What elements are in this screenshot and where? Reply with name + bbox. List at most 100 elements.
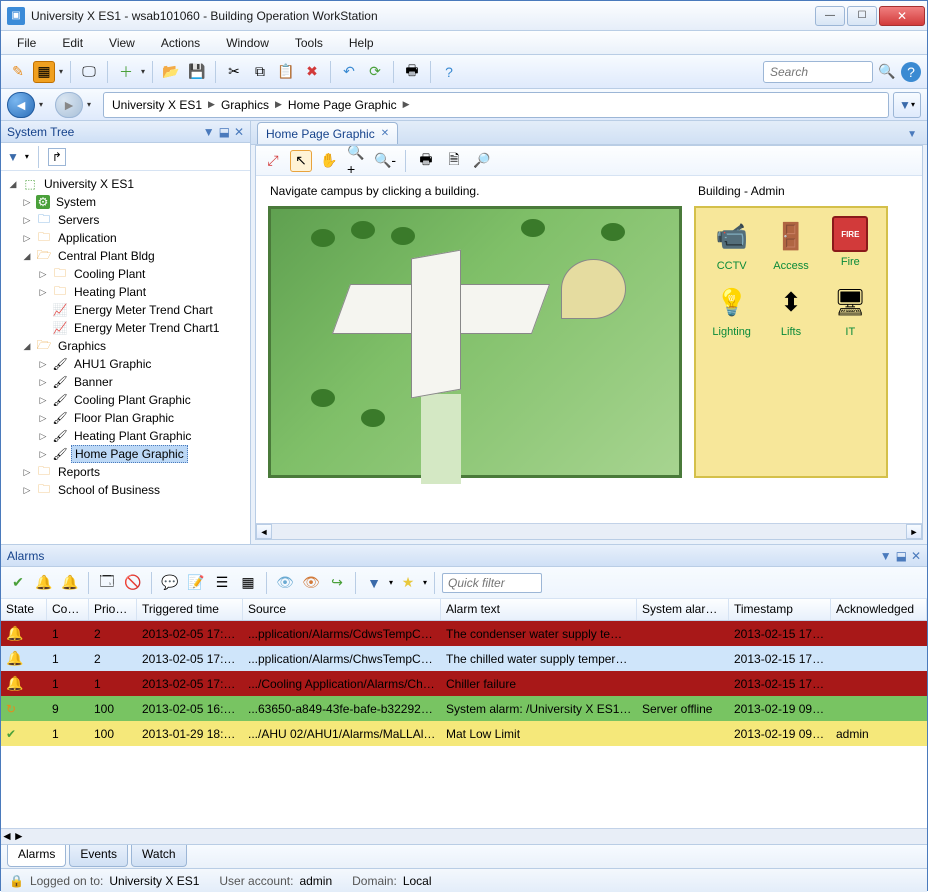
quick-filter-input[interactable]: [442, 573, 542, 593]
campus-map[interactable]: [268, 206, 682, 478]
tool-paste-icon[interactable]: 📋: [275, 61, 297, 83]
tab-close-icon[interactable]: ✕: [381, 128, 389, 139]
tool-open-icon[interactable]: 📂: [160, 61, 182, 83]
scroll-left-icon[interactable]: ◄: [256, 524, 272, 539]
panel-item-lifts[interactable]: ⬍Lifts: [763, 282, 818, 338]
tool-add-icon[interactable]: ＋: [115, 61, 137, 83]
tree-node-cooling[interactable]: ▷🗀Cooling Plant: [5, 265, 250, 283]
dropdown-icon[interactable]: ▾: [25, 152, 29, 161]
tree-node-servers[interactable]: ▷🗀Servers: [5, 211, 250, 229]
tree-node-heatg[interactable]: ▷🖌Heating Plant Graphic: [5, 427, 250, 445]
col-system-alarm-id[interactable]: System alarm ID: [637, 599, 729, 620]
grid-icon[interactable]: ▦: [237, 572, 259, 594]
search-input[interactable]: [763, 61, 873, 83]
panel-close-icon[interactable]: ✕: [911, 549, 921, 563]
tool-delete-icon[interactable]: ✖: [301, 61, 323, 83]
tab-watch[interactable]: Watch: [131, 845, 187, 867]
breadcrumb-0[interactable]: University X ES1: [112, 98, 202, 112]
alarm-hscrollbar[interactable]: ◄ ►: [1, 828, 927, 844]
comment-icon[interactable]: 💬: [159, 572, 181, 594]
search-button-icon[interactable]: 🔍: [877, 62, 897, 82]
panel-item-cctv[interactable]: 📹CCTV: [704, 216, 759, 272]
tool-help-icon[interactable]: ?: [438, 61, 460, 83]
hide-icon[interactable]: 👁: [300, 572, 322, 594]
filter-button[interactable]: ▼▾: [893, 92, 921, 118]
breadcrumb-2[interactable]: Home Page Graphic: [288, 98, 397, 112]
funnel-icon[interactable]: ▼: [363, 572, 385, 594]
zoom-reset-icon[interactable]: ⤢: [262, 150, 284, 172]
tree-body[interactable]: ◢⬚University X ES1 ▷⚙System ▷🗀Servers ▷🗀…: [1, 171, 250, 544]
tool-copy-icon[interactable]: ⧉: [249, 61, 271, 83]
tree-node-floor[interactable]: ▷🖌Floor Plan Graphic: [5, 409, 250, 427]
star-icon[interactable]: ★: [397, 572, 419, 594]
menu-tools[interactable]: Tools: [285, 33, 333, 53]
pointer-icon[interactable]: ↖: [290, 150, 312, 172]
tree-node-central[interactable]: ◢🗁Central Plant Bldg: [5, 247, 250, 265]
col-timestamp[interactable]: Timestamp: [729, 599, 831, 620]
tree-node-reports[interactable]: ▷🗀Reports: [5, 463, 250, 481]
close-button[interactable]: ✕: [879, 6, 925, 26]
col-source[interactable]: Source: [243, 599, 441, 620]
scroll-left-icon[interactable]: ◄: [1, 829, 13, 844]
content-hscrollbar[interactable]: ◄ ►: [256, 523, 922, 539]
col-priority[interactable]: Priority: [89, 599, 137, 620]
breadcrumb-box[interactable]: University X ES1 ▶ Graphics ▶ Home Page …: [103, 92, 889, 118]
scroll-right-icon[interactable]: ►: [13, 829, 25, 844]
menu-help[interactable]: Help: [339, 33, 384, 53]
alarm-row[interactable]: ✔ 1 100 2013-01-29 18:02:... .../AHU 02/…: [1, 721, 927, 746]
tree-node-emtc1[interactable]: 📈Energy Meter Trend Chart1: [5, 319, 250, 337]
breadcrumb-1[interactable]: Graphics: [221, 98, 269, 112]
list-icon[interactable]: ☰: [211, 572, 233, 594]
alarm-disable-icon[interactable]: 🚫: [122, 572, 144, 594]
building-cross[interactable]: [411, 250, 461, 399]
tree-node-system[interactable]: ▷⚙System: [5, 193, 250, 211]
tool-save-icon[interactable]: 💾: [186, 61, 208, 83]
dropdown-icon[interactable]: ▾: [141, 67, 145, 76]
redo-icon[interactable]: ↪: [326, 572, 348, 594]
scroll-right-icon[interactable]: ►: [906, 524, 922, 539]
dropdown-icon[interactable]: ▾: [59, 67, 63, 76]
panel-item-it[interactable]: 🖥IT: [823, 282, 878, 338]
nav-forward-dropdown-icon[interactable]: ▾: [87, 100, 99, 109]
panel-pin-icon[interactable]: ⬓: [896, 549, 907, 563]
panel-item-access[interactable]: 🚪Access: [763, 216, 818, 272]
panel-close-icon[interactable]: ✕: [234, 125, 244, 139]
tool-print-icon[interactable]: 🖶: [401, 61, 423, 83]
find-icon[interactable]: 🔎: [471, 150, 493, 172]
alarm-row[interactable]: 🔔 1 2 2013-02-05 17:08:... ...pplication…: [1, 646, 927, 671]
alarm-view-icon[interactable]: 🗔: [96, 572, 118, 594]
pan-icon[interactable]: ✋: [318, 150, 340, 172]
tool-monitor-icon[interactable]: 🖵: [78, 61, 100, 83]
maximize-button[interactable]: ☐: [847, 6, 877, 26]
bell-icon[interactable]: 🔔: [33, 572, 55, 594]
panel-item-lighting[interactable]: 💡Lighting: [704, 282, 759, 338]
alarm-row[interactable]: 🔔 1 1 2013-02-05 17:08:... .../Cooling A…: [1, 671, 927, 696]
print-icon[interactable]: 🖶: [415, 150, 437, 172]
menu-file[interactable]: File: [7, 33, 46, 53]
print-preview-icon[interactable]: 🗎: [443, 150, 465, 172]
alarm-row[interactable]: 🔔 1 2 2013-02-05 17:08:... ...pplication…: [1, 621, 927, 646]
zoom-in-icon[interactable]: 🔍+: [346, 150, 368, 172]
panel-dropdown-icon[interactable]: ▼: [203, 125, 215, 139]
tree-node-heating[interactable]: ▷🗀Heating Plant: [5, 283, 250, 301]
menu-window[interactable]: Window: [216, 33, 279, 53]
tree-node-graphics[interactable]: ◢🗁Graphics: [5, 337, 250, 355]
nav-back-dropdown-icon[interactable]: ▾: [39, 100, 51, 109]
alarm-row[interactable]: ↻ 9 100 2013-02-05 16:53:... ...63650-a8…: [1, 696, 927, 721]
col-triggered[interactable]: Triggered time: [137, 599, 243, 620]
tree-root[interactable]: ◢⬚University X ES1: [5, 175, 250, 193]
col-state[interactable]: State: [1, 599, 47, 620]
nav-back-button[interactable]: ◄: [7, 92, 35, 118]
tool-undo-icon[interactable]: ↶: [338, 61, 360, 83]
tool-window-icon[interactable]: ▦: [33, 61, 55, 83]
tab-events[interactable]: Events: [69, 845, 128, 867]
nav-forward-button[interactable]: ►: [55, 92, 83, 118]
tool-check-icon[interactable]: ✎: [7, 61, 29, 83]
menu-view[interactable]: View: [99, 33, 145, 53]
minimize-button[interactable]: —: [815, 6, 845, 26]
menu-actions[interactable]: Actions: [151, 33, 210, 53]
tree-node-banner[interactable]: ▷🖌Banner: [5, 373, 250, 391]
show-icon[interactable]: 👁: [274, 572, 296, 594]
tree-node-application[interactable]: ▷🗀Application: [5, 229, 250, 247]
tree-node-coolg[interactable]: ▷🖌Cooling Plant Graphic: [5, 391, 250, 409]
